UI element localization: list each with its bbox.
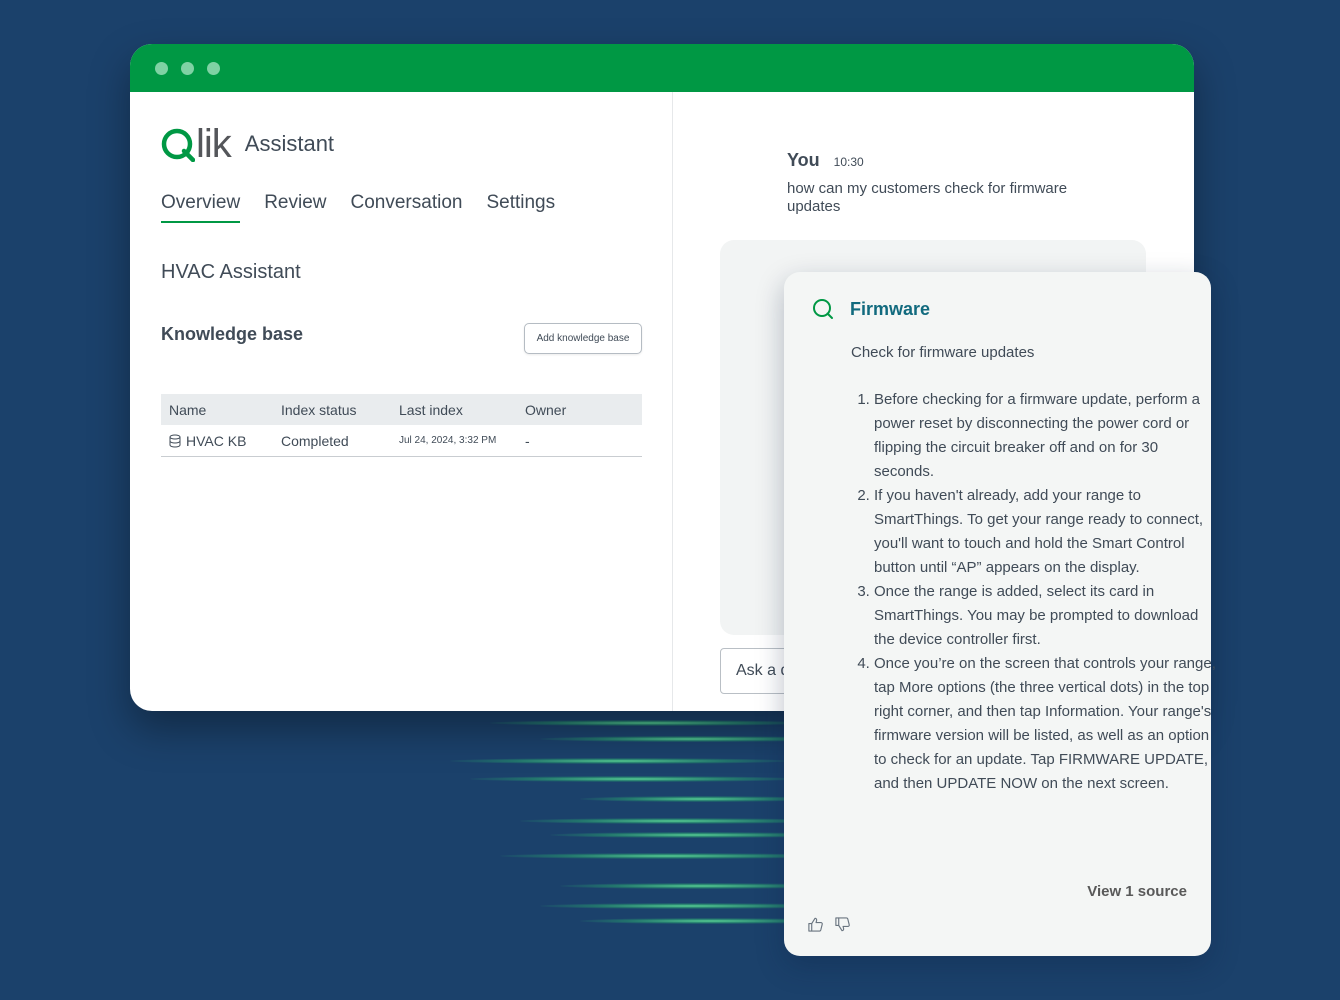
answer-card: Firmware Check for firmware updates Befo… bbox=[784, 272, 1216, 956]
answer-step: Once the range is added, select its card… bbox=[874, 580, 1219, 652]
qlik-q-icon bbox=[161, 128, 195, 162]
view-source-link[interactable]: View 1 source bbox=[1087, 883, 1187, 900]
qlik-logo: lik bbox=[161, 122, 232, 166]
message-author: You bbox=[787, 150, 820, 170]
add-knowledge-base-button[interactable]: Add knowledge base bbox=[524, 323, 642, 354]
column-header-name[interactable]: Name bbox=[161, 394, 273, 425]
window-titlebar bbox=[130, 44, 1194, 92]
answer-header: Firmware bbox=[812, 298, 930, 320]
tab-review[interactable]: Review bbox=[264, 192, 326, 223]
logo-text: lik bbox=[196, 122, 232, 166]
tab-bar: Overview Review Conversation Settings bbox=[161, 192, 555, 223]
database-icon bbox=[169, 434, 181, 447]
answer-step: Before checking for a firmware update, p… bbox=[874, 388, 1219, 484]
answer-step: If you haven't already, add your range t… bbox=[874, 484, 1219, 580]
knowledge-base-heading: Knowledge base bbox=[161, 324, 304, 344]
window-dot-icon[interactable] bbox=[155, 62, 168, 75]
feedback-buttons bbox=[807, 916, 851, 933]
tab-conversation[interactable]: Conversation bbox=[351, 192, 463, 223]
table-row[interactable]: HVAC KB Completed Jul 24, 2024, 3:32 PM … bbox=[161, 425, 642, 457]
kb-last-index: Jul 24, 2024, 3:32 PM bbox=[391, 425, 517, 457]
knowledge-base-table: Name Index status Last index Owner HVAC … bbox=[161, 394, 642, 457]
app-title: Assistant bbox=[244, 131, 335, 156]
column-header-owner[interactable]: Owner bbox=[517, 394, 642, 425]
tab-overview[interactable]: Overview bbox=[161, 192, 241, 223]
column-header-last-index[interactable]: Last index bbox=[391, 394, 517, 425]
answer-step: Once you’re on the screen that controls … bbox=[874, 652, 1219, 796]
window-dot-icon[interactable] bbox=[181, 62, 194, 75]
left-pane: lik Assistant Overview Review Conversati… bbox=[130, 92, 673, 711]
table-header-row: Name Index status Last index Owner bbox=[161, 394, 642, 425]
kb-owner: - bbox=[517, 425, 642, 457]
thumbs-up-icon[interactable] bbox=[807, 916, 824, 933]
answer-steps: Before checking for a firmware update, p… bbox=[851, 388, 1219, 796]
column-header-index-status[interactable]: Index status bbox=[273, 394, 391, 425]
answer-subtitle: Check for firmware updates bbox=[851, 344, 1035, 361]
kb-name[interactable]: HVAC KB bbox=[186, 433, 246, 449]
message-header: You 10:30 bbox=[787, 150, 864, 171]
kb-name-cell[interactable]: HVAC KB bbox=[161, 425, 273, 457]
decorative-streaks bbox=[430, 708, 840, 938]
message-time: 10:30 bbox=[833, 155, 864, 169]
kb-status: Completed bbox=[273, 425, 391, 457]
tab-settings[interactable]: Settings bbox=[486, 192, 555, 223]
assistant-name: HVAC Assistant bbox=[161, 261, 301, 283]
qlik-q-icon bbox=[813, 299, 833, 319]
user-message: how can my customers check for firmware … bbox=[787, 180, 1068, 215]
header: lik Assistant bbox=[161, 122, 335, 166]
thumbs-down-icon[interactable] bbox=[834, 916, 851, 933]
answer-title: Firmware bbox=[850, 298, 931, 319]
window-dot-icon[interactable] bbox=[207, 62, 220, 75]
